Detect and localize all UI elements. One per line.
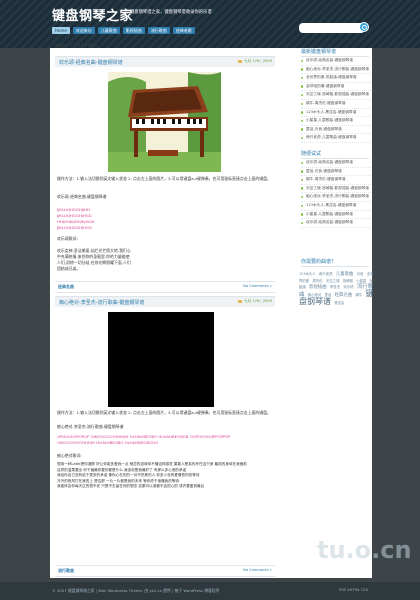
nav-kids-songs[interactable]: 儿童歌曲 (97, 27, 120, 34)
tag-link[interactable]: 蜗牛 (355, 293, 362, 297)
list-item[interactable]: 痴心绝对-李圣杰-流行歌曲-键盘钢琴谱 (301, 66, 371, 75)
tag-link[interactable]: 宫崎骏 (343, 279, 353, 283)
list-item[interactable]: 会呼吸的痛-键盘钢琴谱 (301, 83, 371, 92)
tag-cloud-heading: 你需要的曲谱? (301, 258, 369, 267)
search-input[interactable] (299, 23, 365, 33)
tag-link[interactable]: 黑涩会 (334, 301, 344, 305)
post-intro: 操作方法：1.输入法切换到英文输入状态 2. 点击左上面的图片，3.可以用键盘a… (57, 176, 271, 181)
nav-welcome[interactable]: 欢迎来访 (72, 27, 95, 34)
list-item[interactable]: 童话-光良-键盘钢琴谱 (301, 126, 371, 135)
main-nav: Home 欢迎来访 儿童歌曲 影视插曲 流行歌曲 经典老歌 (52, 27, 195, 34)
site-description: 键盘钢琴谱之家，键盘钢琴谱收录你的乐谱 (130, 10, 212, 15)
list-item[interactable]: 天空之城-宫崎骏-影视插曲-键盘钢琴谱 (301, 91, 371, 100)
search-icon[interactable] (359, 22, 369, 32)
post-date: 七月 17th, 2009 (237, 59, 272, 64)
nav-pop-songs[interactable]: 流行歌曲 (147, 27, 170, 34)
tag-link[interactable]: 小星星 (356, 279, 366, 283)
tag-link[interactable]: 天空之城 (326, 279, 340, 283)
list-item[interactable]: 小星星-儿童歌曲-键盘钢琴谱 (301, 117, 371, 126)
site-title[interactable]: 键盘钢琴之家 (52, 5, 133, 24)
category-link[interactable]: 经典名曲 (58, 284, 74, 290)
tag-link[interactable]: 周杰伦 (312, 279, 322, 283)
tag-link[interactable]: 经典名曲 (335, 293, 353, 298)
footer-links[interactable]: RSS XHTML CSS (339, 588, 368, 592)
list-item[interactable]: 全世界的爱-张韶涵-键盘钢琴谱 (301, 74, 371, 83)
site-footer: © 2007 键盘钢琴谱之家 | Wan Wordpress Theme, 由 … (0, 582, 420, 600)
post-header: 欢乐颂-经典名曲-键盘钢琴谱 七月 17th, 2009 (55, 56, 275, 67)
key-notation: OPUUOIOIPOPUP OIKOOOOOOHHHJH HLHAHBEOBO … (57, 434, 231, 445)
song-title: 欢乐颂-经典名曲-键盘钢琴谱 (57, 194, 107, 199)
random-posts-list: 欢乐颂-经典名曲-键盘钢琴谱 童话-光良-键盘钢琴谱 蜗牛-周杰伦-键盘钢琴谱 … (301, 159, 371, 228)
list-item[interactable]: 欢乐颂-经典名曲-键盘钢琴谱 (301, 219, 371, 228)
tag-link[interactable]: 李圣杰 (330, 285, 340, 289)
recent-posts-heading: 最新键盘钢琴谱 (301, 48, 369, 57)
lyrics-title: 痴心绝对歌词: (57, 453, 82, 458)
category-link[interactable]: 流行歌曲 (58, 568, 74, 574)
tag-link[interactable]: 光良 (357, 272, 364, 276)
lyrics: 欢乐女神,圣洁美丽,灿烂光芒照大地.我们心中充满热情,来到你的圣殿里.你的力量能… (57, 248, 131, 271)
tag-cloud: 123木头人 两只老虎 儿童歌曲 光良 全世界的爱 周杰伦 天空之城 宫崎骏 小… (299, 271, 374, 306)
site-header: 键盘钢琴之家 键盘钢琴谱之家，键盘钢琴谱收录你的乐谱 Home 欢迎来访 儿童歌… (0, 0, 420, 48)
tag-link[interactable]: 影视插曲 (309, 285, 327, 290)
post-title[interactable]: 痴心绝对-李圣杰-流行歌曲-键盘钢琴谱 (59, 299, 144, 306)
calendar-icon (237, 59, 242, 63)
song-title: 痴心绝对-李圣杰-流行歌曲-键盘钢琴谱 (57, 424, 124, 429)
tag-link[interactable]: 两只老虎 (319, 272, 333, 276)
list-item[interactable]: 蜗牛-周杰伦-键盘钢琴谱 (301, 176, 371, 185)
pagination[interactable]: Pages: 1 2 3 4 5 Next (55, 43, 98, 48)
list-item[interactable]: 两只老虎-儿童歌曲-键盘钢琴谱 (301, 134, 371, 143)
list-item[interactable]: 欢乐颂-经典名曲-键盘钢琴谱 (301, 57, 371, 66)
watermark: tu.o.cn (317, 536, 412, 564)
nav-classics[interactable]: 经典老歌 (172, 27, 195, 34)
tag-link[interactable]: 儿童歌曲 (336, 272, 354, 277)
random-posts-heading: 随便试试 (301, 150, 369, 159)
list-item[interactable]: 童话-光良-键盘钢琴谱 (301, 168, 371, 177)
post-intro: 操作方法：1.输入法切换到英文输入状态 2. 点击左上面的图片，3.可以用键盘a… (57, 410, 271, 415)
piano-image (108, 72, 221, 172)
list-item[interactable]: 123木头人-黑涩会-键盘钢琴谱 (301, 109, 371, 118)
list-item[interactable]: 天空之城-宫崎骏-影视插曲-键盘钢琴谱 (301, 185, 371, 194)
nav-film-songs[interactable]: 影视插曲 (122, 27, 145, 34)
comments-link[interactable]: No Comments » (243, 568, 272, 572)
post-date: 七月 17th, 2009 (237, 299, 272, 304)
list-item[interactable]: 蜗牛-周杰伦-键盘钢琴谱 (301, 100, 371, 109)
comments-link[interactable]: No Comments » (243, 284, 272, 288)
post-footer: 流行歌曲 No Comments » (55, 565, 275, 577)
list-item[interactable]: 123木头人-黑涩会-键盘钢琴谱 (301, 202, 371, 211)
post-footer: 经典名曲 No Comments » (55, 281, 275, 293)
lyrics: 想用一杯Latte把你灌醉 好让你能多爱我一点 暗恋的滋味你不懂这种感觉 果敢人… (57, 462, 247, 489)
lyrics-title: 欢乐颂歌词: (57, 236, 78, 241)
footer-credits: © 2007 键盘钢琴谱之家 | Wan Wordpress Theme, 由 … (52, 588, 220, 593)
tag-link[interactable]: 欢乐颂 (343, 285, 353, 289)
nav-home[interactable]: Home (52, 27, 70, 34)
calendar-icon (237, 299, 242, 303)
recent-posts-list: 欢乐颂-经典名曲-键盘钢琴谱 痴心绝对-李圣杰-流行歌曲-键盘钢琴谱 全世界的爱… (301, 57, 371, 143)
embedded-flash-player[interactable] (108, 312, 214, 407)
key-notation: JJKLLKJHGGHJJHH JJKLLKJHGGHJHGG HHJGHJKJ… (57, 207, 95, 230)
list-item[interactable]: 痴心绝对-李圣杰-流行歌曲-键盘钢琴谱 (301, 193, 371, 202)
tag-link[interactable]: 123木头人 (299, 272, 316, 276)
post-header: 痴心绝对-李圣杰-流行歌曲-键盘钢琴谱 七月 17th, 2009 (55, 296, 275, 307)
list-item[interactable]: 欢乐颂-经典名曲-键盘钢琴谱 (301, 159, 371, 168)
post-title[interactable]: 欢乐颂-经典名曲-键盘钢琴谱 (59, 59, 123, 66)
list-item[interactable]: 小星星-儿童歌曲-键盘钢琴谱 (301, 211, 371, 220)
